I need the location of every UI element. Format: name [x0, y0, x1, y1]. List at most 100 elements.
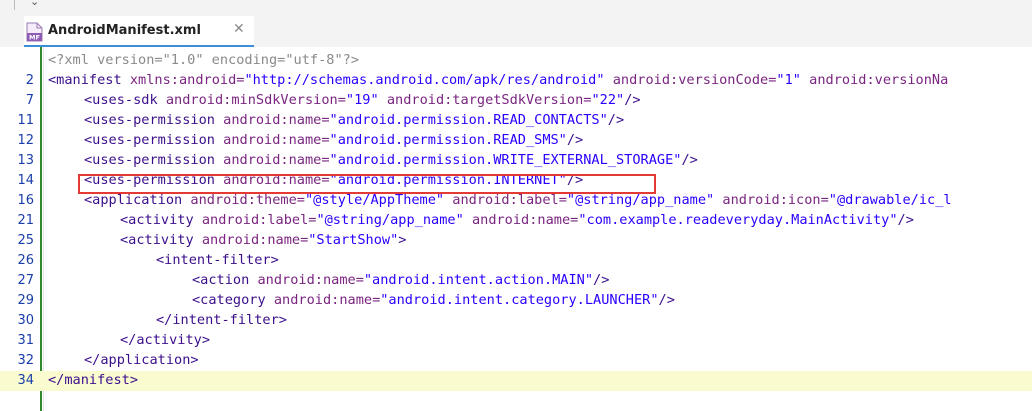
line-number: 27: [17, 273, 34, 288]
token-tag: >: [398, 232, 407, 248]
code-text: <activity android:label="@string/app_nam…: [120, 212, 914, 228]
code-text: <?xml version="1.0" encoding="utf-8"?>: [48, 52, 359, 68]
close-icon[interactable]: ✕: [233, 21, 245, 37]
token-tag: />: [681, 152, 698, 168]
token-attr: android:name=: [463, 212, 579, 228]
token-tag: <application: [84, 192, 183, 208]
line-number: 31: [17, 333, 34, 348]
token-val: "@string/app_name": [566, 192, 715, 208]
line-number: 34: [17, 373, 34, 388]
token-val: "android.intent.action.MAIN": [363, 272, 594, 288]
code-text: <uses-permission android:name="android.p…: [84, 112, 624, 128]
token-attr: android:theme=: [182, 192, 305, 208]
token-val: "com.example.readeveryday.MainActivity": [578, 212, 898, 228]
code-text: <intent-filter>: [156, 252, 279, 268]
line-number: 26: [17, 253, 34, 268]
token-attr: android:versionNa: [800, 72, 949, 88]
token-val: "android.permission.READ_CONTACTS": [329, 112, 608, 128]
code-text: <manifest xmlns:android="http://schemas.…: [48, 72, 948, 88]
token-attr: android:label=: [193, 212, 317, 228]
line-number: 29: [17, 293, 34, 308]
code-line[interactable]: 31 </activity>: [0, 331, 1032, 351]
toolbar-separator: [14, 0, 15, 10]
token-tag: <uses-sdk: [84, 92, 158, 108]
code-line[interactable]: <?xml version="1.0" encoding="utf-8"?>: [0, 51, 1032, 71]
token-attr: android:label=: [444, 192, 567, 208]
line-number: 30: [17, 313, 34, 328]
token-tag: <uses-permission: [84, 152, 215, 168]
code-line[interactable]: 12 <uses-permission android:name="android…: [0, 131, 1032, 151]
tab-androidmanifest[interactable]: MF AndroidManifest.xml ✕: [24, 16, 254, 47]
token-tag: />: [658, 292, 675, 308]
token-attr: android:minSdkVersion=: [157, 92, 346, 108]
code-text: <uses-sdk android:minSdkVersion="19" and…: [84, 92, 641, 108]
token-tag: <category: [192, 292, 266, 308]
code-line[interactable]: 32 </application>: [0, 351, 1032, 371]
token-tag: />: [624, 92, 641, 108]
line-number: 7: [25, 93, 34, 108]
tab-title: AndroidManifest.xml: [48, 23, 201, 38]
token-val: "android.permission.READ_SMS": [329, 132, 567, 148]
code-line[interactable]: 34 </manifest>: [0, 371, 1032, 391]
code-line[interactable]: 29 <category android:name="android.intent…: [0, 291, 1032, 311]
token-val: "19": [345, 92, 379, 108]
line-number: 2: [25, 73, 34, 88]
code-text: <action android:name="android.intent.act…: [192, 272, 609, 288]
xml-file-icon: MF: [26, 22, 43, 42]
token-val: "@style/AppTheme": [304, 192, 445, 208]
code-text: <uses-permission android:name="android.p…: [84, 152, 698, 168]
code-line[interactable]: 27 <action android:name="android.intent.a…: [0, 271, 1032, 291]
token-tag: />: [607, 112, 625, 128]
token-tag: </intent-filter>: [156, 312, 287, 328]
code-line[interactable]: 21 <activity android:label="@string/app_n…: [0, 211, 1032, 231]
code-text: <category android:name="android.intent.c…: [192, 292, 675, 308]
token-attr: xmlns:android=: [121, 72, 245, 88]
token-tag: <intent-filter>: [156, 252, 279, 268]
line-number: 14: [17, 173, 34, 188]
token-attr: android:name=: [265, 292, 381, 308]
code-text: </application>: [84, 352, 199, 368]
token-attr: android:name=: [214, 152, 330, 168]
token-val: "android.permission.WRITE_EXTERNAL_STORA…: [329, 152, 682, 168]
code-text: </intent-filter>: [156, 312, 287, 328]
token-val: "http://schemas.android.com/apk/res/andr…: [244, 72, 605, 88]
token-tag: <manifest: [48, 72, 122, 88]
token-val: "android.intent.category.LAUNCHER": [380, 292, 659, 308]
token-attr: android:name=: [214, 112, 330, 128]
code-line[interactable]: 13 <uses-permission android:name="android…: [0, 151, 1032, 171]
code-line[interactable]: 16 <application android:theme="@style/App…: [0, 191, 1032, 211]
code-editor[interactable]: <?xml version="1.0" encoding="utf-8"?> 2 <…: [0, 47, 1032, 411]
editor-tab-strip: MF AndroidManifest.xml ✕: [0, 12, 1032, 47]
token-tag: </manifest>: [48, 372, 139, 388]
code-line[interactable]: 2 <manifest xmlns:android="http://schemas…: [0, 71, 1032, 91]
token-tag: </application>: [84, 352, 199, 368]
code-text: <uses-permission android:name="android.p…: [84, 132, 583, 148]
code-line[interactable]: 7 <uses-sdk android:minSdkVersion="19" an…: [0, 91, 1032, 111]
token-val: "1": [776, 72, 801, 88]
token-tag: <uses-permission: [84, 112, 215, 128]
token-pi: <?xml version="1.0" encoding="utf-8"?>: [48, 52, 359, 68]
file-type-label: MF: [29, 34, 40, 42]
code-line[interactable]: 25 <activity android:name="StartShow">: [0, 231, 1032, 251]
line-number: 16: [17, 193, 34, 208]
chevron-down-icon[interactable]: ⌄: [30, 0, 39, 8]
token-attr: android:name=: [249, 272, 364, 288]
token-tag: />: [566, 132, 584, 148]
token-tag: <action: [192, 272, 250, 288]
code-text: <activity android:name="StartShow">: [120, 232, 406, 248]
highlight-box: [78, 174, 656, 194]
code-line[interactable]: 30 </intent-filter>: [0, 311, 1032, 331]
code-line[interactable]: 11 <uses-permission android:name="android…: [0, 111, 1032, 131]
code-line[interactable]: 26 <intent-filter>: [0, 251, 1032, 271]
token-attr: android:versionCode=: [604, 72, 777, 88]
token-tag: />: [593, 272, 610, 288]
token-tag: <activity: [120, 212, 194, 228]
token-val: "@drawable/ic_l: [828, 192, 952, 208]
line-number: 13: [17, 153, 34, 168]
token-attr: android:name=: [193, 232, 309, 248]
code-text: </activity>: [120, 332, 210, 348]
token-attr: android:targetSdkVersion=: [378, 92, 592, 108]
token-val: "@string/app_name": [316, 212, 464, 228]
line-number: 11: [17, 113, 34, 128]
line-number: 12: [17, 133, 34, 148]
